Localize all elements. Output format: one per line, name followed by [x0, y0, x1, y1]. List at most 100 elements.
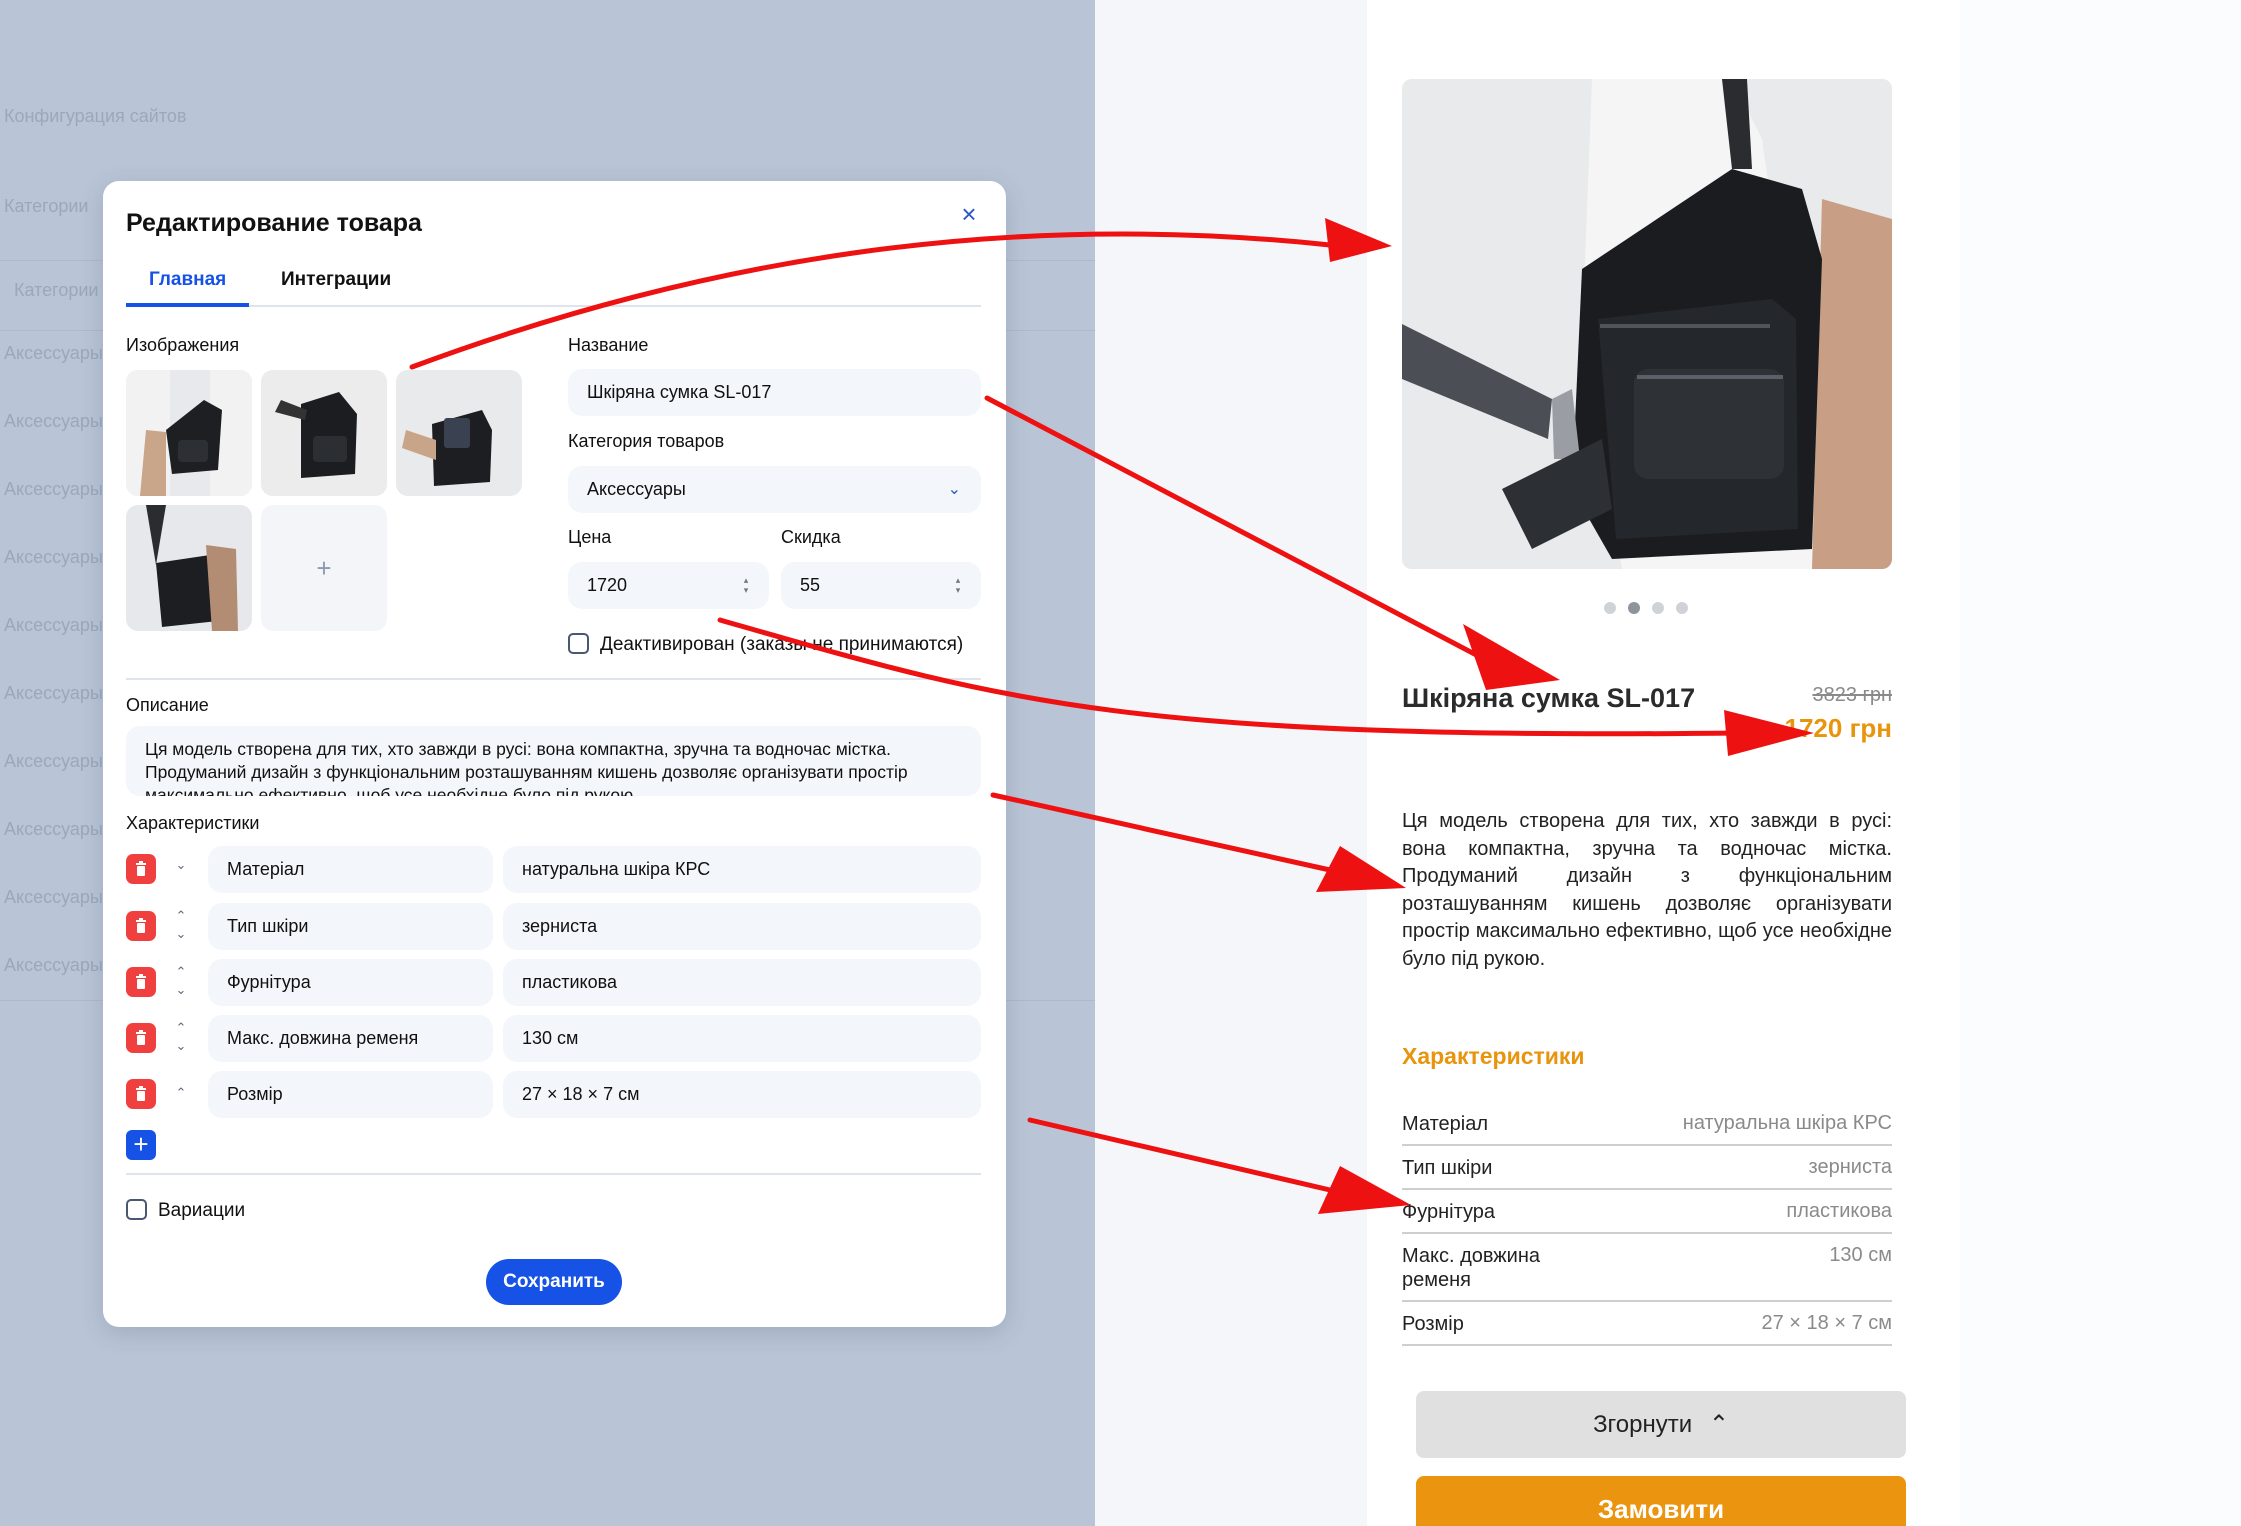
spec-value-input[interactable]: 130 см — [503, 1015, 981, 1062]
chevron-down-icon[interactable]: ⌄ — [166, 856, 196, 874]
spec-reorder-arrows[interactable]: ⌃ — [166, 1084, 196, 1124]
category-select[interactable]: Аксессуары ⌄ — [568, 466, 981, 513]
price-input[interactable]: 1720 ▴ ▾ — [568, 562, 769, 609]
spec-reorder-arrows[interactable]: ⌃ ⌄ — [166, 907, 196, 947]
admin-row-label: Аксессуары — [4, 955, 103, 975]
images-label: Изображения — [126, 335, 240, 355]
price-value: 1720 — [587, 575, 628, 595]
carousel-dot[interactable] — [1604, 602, 1616, 614]
spec-value: пластикова — [1786, 1200, 1892, 1222]
variations-label: Вариации — [158, 1200, 246, 1221]
category-value: Аксессуары — [587, 479, 686, 499]
admin-row-label: Аксессуары — [4, 547, 103, 567]
name-input[interactable]: Шкіряна сумка SL-017 — [568, 369, 981, 416]
product-image-thumb[interactable] — [126, 370, 252, 496]
spec-value-input[interactable]: пластикова — [503, 959, 981, 1006]
close-icon[interactable]: × — [954, 199, 984, 229]
save-button[interactable]: Сохранить — [486, 1259, 622, 1305]
delete-spec-button[interactable] — [126, 1079, 156, 1109]
deactivated-label: Деактивирован (заказы не принимаются) — [600, 634, 964, 655]
spec-reorder-arrows[interactable]: ⌃ ⌄ — [166, 963, 196, 1003]
product-image-thumb[interactable] — [261, 370, 387, 496]
divider — [126, 678, 981, 680]
spec-value: зерниста — [1808, 1156, 1892, 1178]
delete-spec-button[interactable] — [126, 967, 156, 997]
description-textarea[interactable]: Ця модель створена для тих, хто завжди в… — [126, 726, 981, 796]
chevron-up-icon: ⌃ — [1708, 1411, 1729, 1438]
spec-key-input[interactable]: Фурнітура — [208, 959, 493, 1006]
product-description: Ця модель створена для тих, хто завжди в… — [1402, 810, 1892, 970]
spec-value-input[interactable]: натуральна шкіра КРС — [503, 846, 981, 893]
collapse-label: Згорнути — [1593, 1411, 1693, 1438]
product-hero-image — [1402, 79, 1892, 569]
spec-reorder-arrows[interactable]: ⌃ ⌄ — [166, 1019, 196, 1059]
add-spec-button[interactable]: + — [126, 1130, 156, 1160]
carousel-dot[interactable] — [1652, 602, 1664, 614]
order-button[interactable]: Замовити — [1416, 1476, 1906, 1526]
collapse-button[interactable]: Згорнути ⌃ — [1416, 1391, 1906, 1458]
spec-key: Тип шкіри — [1402, 1157, 1493, 1179]
delete-spec-button[interactable] — [126, 1023, 156, 1053]
variations-checkbox[interactable] — [126, 1199, 147, 1220]
number-spinner-icon[interactable]: ▴ ▾ — [741, 575, 751, 595]
chevron-up-icon[interactable]: ⌃ — [166, 1019, 196, 1037]
chevron-up-icon[interactable]: ⌃ — [166, 1084, 196, 1102]
admin-row-label: Аксессуары — [4, 683, 103, 703]
carousel-dot-active[interactable] — [1628, 602, 1640, 614]
chevron-down-icon[interactable]: ⌄ — [166, 925, 196, 943]
spec-key-input[interactable]: Тип шкіри — [208, 903, 493, 950]
category-label: Категория товаров — [568, 431, 725, 451]
spec-reorder-arrows[interactable]: ⌄ — [166, 856, 196, 896]
admin-sidebar-heading: Конфигурация сайтов — [4, 106, 187, 126]
spec-value: 130 см — [1829, 1244, 1892, 1266]
chevron-down-icon[interactable]: ⌄ — [166, 1037, 196, 1055]
product-title: Шкіряна сумка SL-017 — [1402, 683, 1696, 713]
spec-key: Розмір — [1402, 1313, 1464, 1335]
discount-value: 55 — [800, 575, 821, 595]
product-image-thumb[interactable] — [396, 370, 522, 496]
name-label: Название — [568, 335, 649, 355]
tab-main[interactable]: Главная — [126, 265, 250, 307]
admin-row-label: Аксессуары — [4, 819, 103, 839]
preview-background-right — [1960, 0, 2241, 1526]
discount-label: Скидка — [781, 527, 841, 547]
admin-row-label: Аксессуары — [4, 411, 103, 431]
spec-key-input[interactable]: Матеріал — [208, 846, 493, 893]
admin-row-label: Аксессуары — [4, 615, 103, 635]
number-spinner-icon[interactable]: ▴ ▾ — [953, 575, 963, 595]
spec-row: Розмір 27 × 18 × 7 см — [1402, 1306, 1892, 1346]
admin-row-label: Аксессуары — [4, 751, 103, 771]
spec-key: Фурнітура — [1402, 1201, 1495, 1223]
chevron-down-icon[interactable]: ⌄ — [166, 981, 196, 999]
carousel-dot[interactable] — [1676, 602, 1688, 614]
modal-tabs: Главная Интеграции — [126, 265, 981, 307]
modal-title: Редактирование товара — [126, 209, 422, 237]
admin-row-label: Категории — [14, 280, 99, 300]
spec-value: натуральна шкіра КРС — [1682, 1112, 1892, 1134]
preview-background-left — [1095, 0, 1367, 1526]
chevron-up-icon[interactable]: ⌃ — [166, 963, 196, 981]
spec-row: Матеріал натуральна шкіра КРС — [1402, 1106, 1892, 1146]
chevron-up-icon[interactable]: ⌃ — [166, 907, 196, 925]
discount-input[interactable]: 55 ▴ ▾ — [781, 562, 981, 609]
divider — [126, 1173, 981, 1175]
tab-integrations[interactable]: Интеграции — [258, 265, 414, 307]
delete-spec-button[interactable] — [126, 911, 156, 941]
spec-key-input[interactable]: Макс. довжина ременя — [208, 1015, 493, 1062]
admin-row-label: Категории — [4, 196, 89, 216]
specs-heading: Характеристики — [1402, 1043, 1585, 1069]
spec-key: Матеріал — [1402, 1113, 1488, 1135]
spec-value-input[interactable]: 27 × 18 × 7 см — [503, 1071, 981, 1118]
delete-spec-button[interactable] — [126, 854, 156, 884]
deactivated-checkbox[interactable] — [568, 633, 589, 654]
current-price: 1720 грн — [1784, 713, 1892, 743]
spec-value-input[interactable]: зерниста — [503, 903, 981, 950]
spec-row: Макс. довжина ременя 130 см — [1402, 1238, 1892, 1302]
product-image-thumb[interactable] — [126, 505, 252, 631]
edit-product-modal: Редактирование товара × Главная Интеграц… — [103, 181, 1006, 1327]
admin-row-label: Аксессуары — [4, 479, 103, 499]
spec-row: Тип шкіри зерниста — [1402, 1150, 1892, 1190]
specs-label: Характеристики — [126, 813, 260, 833]
add-image-button[interactable]: + — [261, 505, 387, 631]
spec-key-input[interactable]: Розмір — [208, 1071, 493, 1118]
